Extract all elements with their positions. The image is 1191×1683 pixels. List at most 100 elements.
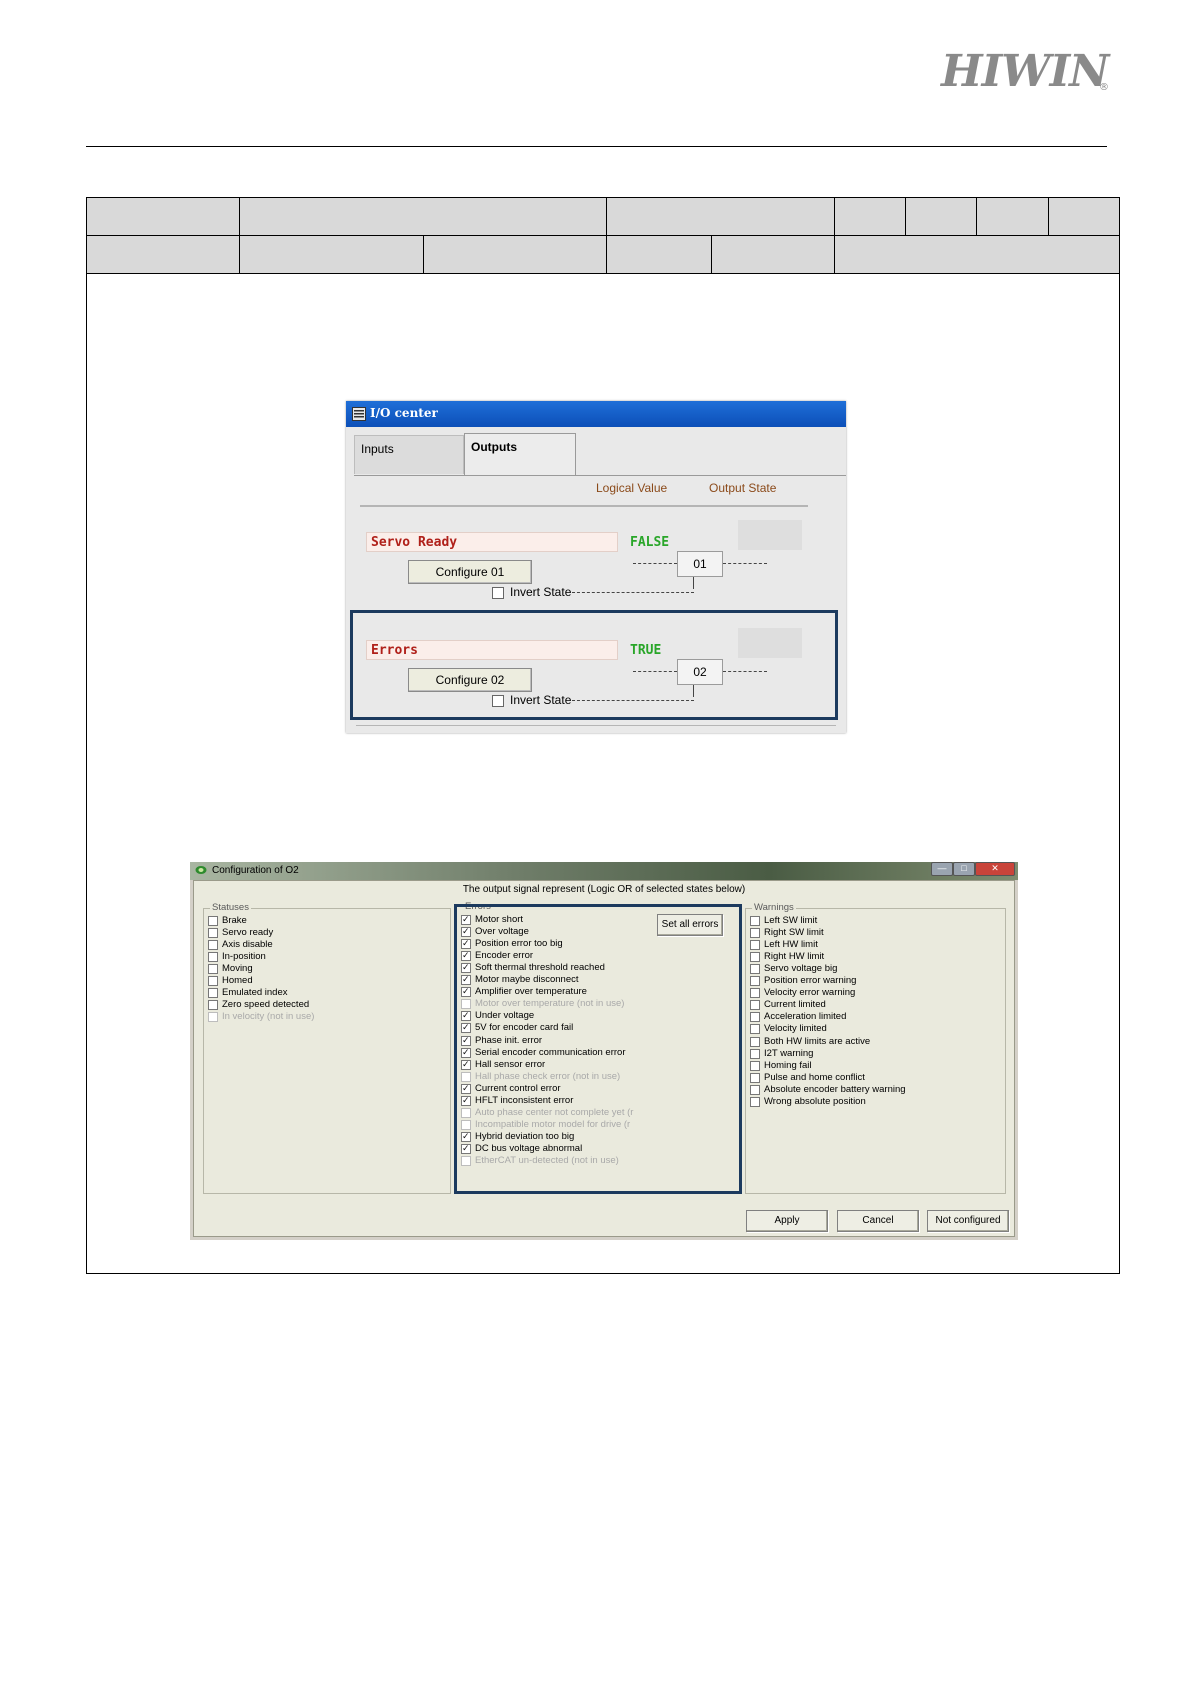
checkbox-label: Brake xyxy=(222,915,247,926)
checkbox-item[interactable]: Absolute encoder battery warning xyxy=(750,1084,990,1096)
checkbox-label: Absolute encoder battery warning xyxy=(764,1083,906,1095)
logical-value-header: Logical Value xyxy=(596,481,668,495)
logical-value: FALSE xyxy=(630,535,670,550)
checkbox-unchecked[interactable] xyxy=(750,976,760,987)
checkbox-unchecked[interactable] xyxy=(750,1000,760,1011)
connector-line xyxy=(572,592,694,593)
checkbox-unchecked[interactable] xyxy=(750,940,760,951)
checkbox-label: Servo ready xyxy=(222,927,274,939)
checkbox-item[interactable]: Left SW limit xyxy=(750,915,990,927)
checkbox-item[interactable]: Pulse and home conflict xyxy=(750,1072,990,1084)
checkbox-item[interactable]: Axis disable xyxy=(208,939,448,951)
configure-01-button[interactable]: Configure 01 xyxy=(408,560,532,584)
checkbox-label: Both HW limits are active xyxy=(764,1035,871,1047)
checkbox-item[interactable]: Zero speed detected xyxy=(208,999,448,1011)
checkbox-label: Servo voltage big xyxy=(764,963,838,975)
checkbox-item[interactable]: Velocity error warning xyxy=(750,987,990,999)
maximize-button[interactable]: □ xyxy=(953,862,975,876)
errors-highlight-frame xyxy=(350,610,838,720)
checkbox-unchecked[interactable] xyxy=(750,928,760,939)
logical-value: TRUE xyxy=(630,643,662,658)
checkbox-unchecked[interactable] xyxy=(208,976,218,987)
group-title: Warnings xyxy=(752,902,796,913)
checkbox-unchecked[interactable] xyxy=(750,1048,760,1059)
checkbox-unchecked[interactable] xyxy=(208,928,218,939)
checkbox-item[interactable]: Servo voltage big xyxy=(750,963,990,975)
checkbox-unchecked[interactable] xyxy=(750,1060,760,1071)
checkbox-item[interactable]: Position error warning xyxy=(750,975,990,987)
window-app-icon xyxy=(352,407,366,421)
not-configured-button[interactable]: Not configured xyxy=(927,1210,1009,1232)
tab-strip-line xyxy=(354,475,846,476)
close-button[interactable]: ✕ xyxy=(975,862,1015,876)
checkbox-label: Right HW limit xyxy=(764,951,825,963)
checkbox-item[interactable]: In-position xyxy=(208,951,448,963)
configuration-window: Configuration of O2 — □ ✕ The output sig… xyxy=(190,862,1018,1240)
checkbox-item[interactable]: Emulated index xyxy=(208,987,448,999)
tab-outputs[interactable]: Outputs xyxy=(464,433,576,476)
checkbox-unchecked[interactable] xyxy=(750,1084,760,1095)
connector-line xyxy=(633,671,677,672)
checkbox-label: In velocity (not in use) xyxy=(222,1011,315,1023)
warnings-group: Warnings Left SW limit Right SW limit Left… xyxy=(745,902,1006,1194)
checkbox-unchecked[interactable] xyxy=(750,988,760,999)
checkbox-label: In-position xyxy=(222,951,266,963)
checkbox-item[interactable]: Homing fail xyxy=(750,1060,990,1072)
checkbox-unchecked[interactable] xyxy=(208,1000,218,1011)
checkbox-unchecked xyxy=(208,1012,218,1023)
checkbox-unchecked[interactable] xyxy=(750,1024,760,1035)
checkbox-item[interactable]: Moving xyxy=(208,963,448,975)
window-app-icon xyxy=(195,866,207,874)
header-separator xyxy=(360,505,808,507)
checkbox-item[interactable]: Right SW limit xyxy=(750,927,990,939)
invert-state-checkbox[interactable] xyxy=(492,695,504,707)
checkbox-item[interactable]: Both HW limits are active xyxy=(750,1036,990,1048)
checkbox-unchecked[interactable] xyxy=(750,916,760,926)
checkbox-unchecked[interactable] xyxy=(208,940,218,951)
checkbox-item[interactable]: Acceleration limited xyxy=(750,1011,990,1023)
checkbox-item[interactable]: Wrong absolute position xyxy=(750,1096,990,1108)
connector-line xyxy=(633,563,677,564)
checkbox-unchecked[interactable] xyxy=(750,952,760,963)
checkbox-item[interactable]: Servo ready xyxy=(208,927,448,939)
checkbox-item[interactable]: Homed xyxy=(208,975,448,987)
checkbox-label: Moving xyxy=(222,963,253,975)
configure-02-button[interactable]: Configure 02 xyxy=(408,668,532,692)
output-number: 02 xyxy=(677,659,723,685)
cancel-button[interactable]: Cancel xyxy=(837,1210,919,1232)
checkbox-item[interactable]: Current limited xyxy=(750,999,990,1011)
apply-button[interactable]: Apply xyxy=(746,1210,828,1232)
checkbox-label: I2T warning xyxy=(764,1047,814,1059)
checkbox-unchecked[interactable] xyxy=(750,1036,760,1047)
checkbox-item[interactable]: Left HW limit xyxy=(750,939,990,951)
checkbox-unchecked[interactable] xyxy=(750,1072,760,1083)
checkbox-unchecked[interactable] xyxy=(208,964,218,975)
invert-state-label: Invert State xyxy=(510,585,572,599)
header-rule xyxy=(86,146,1107,147)
checkbox-item[interactable]: I2T warning xyxy=(750,1048,990,1060)
tab-inputs[interactable]: Inputs xyxy=(354,435,464,474)
checkbox-item[interactable]: Right HW limit xyxy=(750,951,990,963)
output-number: 01 xyxy=(677,551,723,577)
invert-state-checkbox[interactable] xyxy=(492,587,504,599)
connector-line xyxy=(723,671,767,672)
checkbox-unchecked[interactable] xyxy=(208,988,218,999)
tab-label: Inputs xyxy=(361,442,394,456)
checkbox-label: Right SW limit xyxy=(764,927,824,939)
checkbox-unchecked[interactable] xyxy=(208,916,218,926)
checkbox-item[interactable]: Velocity limited xyxy=(750,1023,990,1035)
checkbox-label: Wrong absolute position xyxy=(764,1095,866,1107)
checkbox-item[interactable]: Brake xyxy=(208,915,448,927)
checkbox-unchecked[interactable] xyxy=(750,964,760,975)
checkbox-unchecked[interactable] xyxy=(208,952,218,963)
connector-line xyxy=(693,685,694,697)
checkbox-label: Emulated index xyxy=(222,987,288,999)
checkbox-unchecked[interactable] xyxy=(750,1012,760,1023)
checkbox-label: Velocity error warning xyxy=(764,987,856,999)
configuration-titlebar[interactable]: Configuration of O2 — □ ✕ xyxy=(190,862,1018,880)
checkbox-label: Position error warning xyxy=(764,975,857,987)
errors-highlight-frame xyxy=(454,904,742,1194)
checkbox-unchecked[interactable] xyxy=(750,1096,760,1107)
io-center-titlebar[interactable]: I/O center xyxy=(346,401,846,427)
minimize-button[interactable]: — xyxy=(931,862,953,876)
